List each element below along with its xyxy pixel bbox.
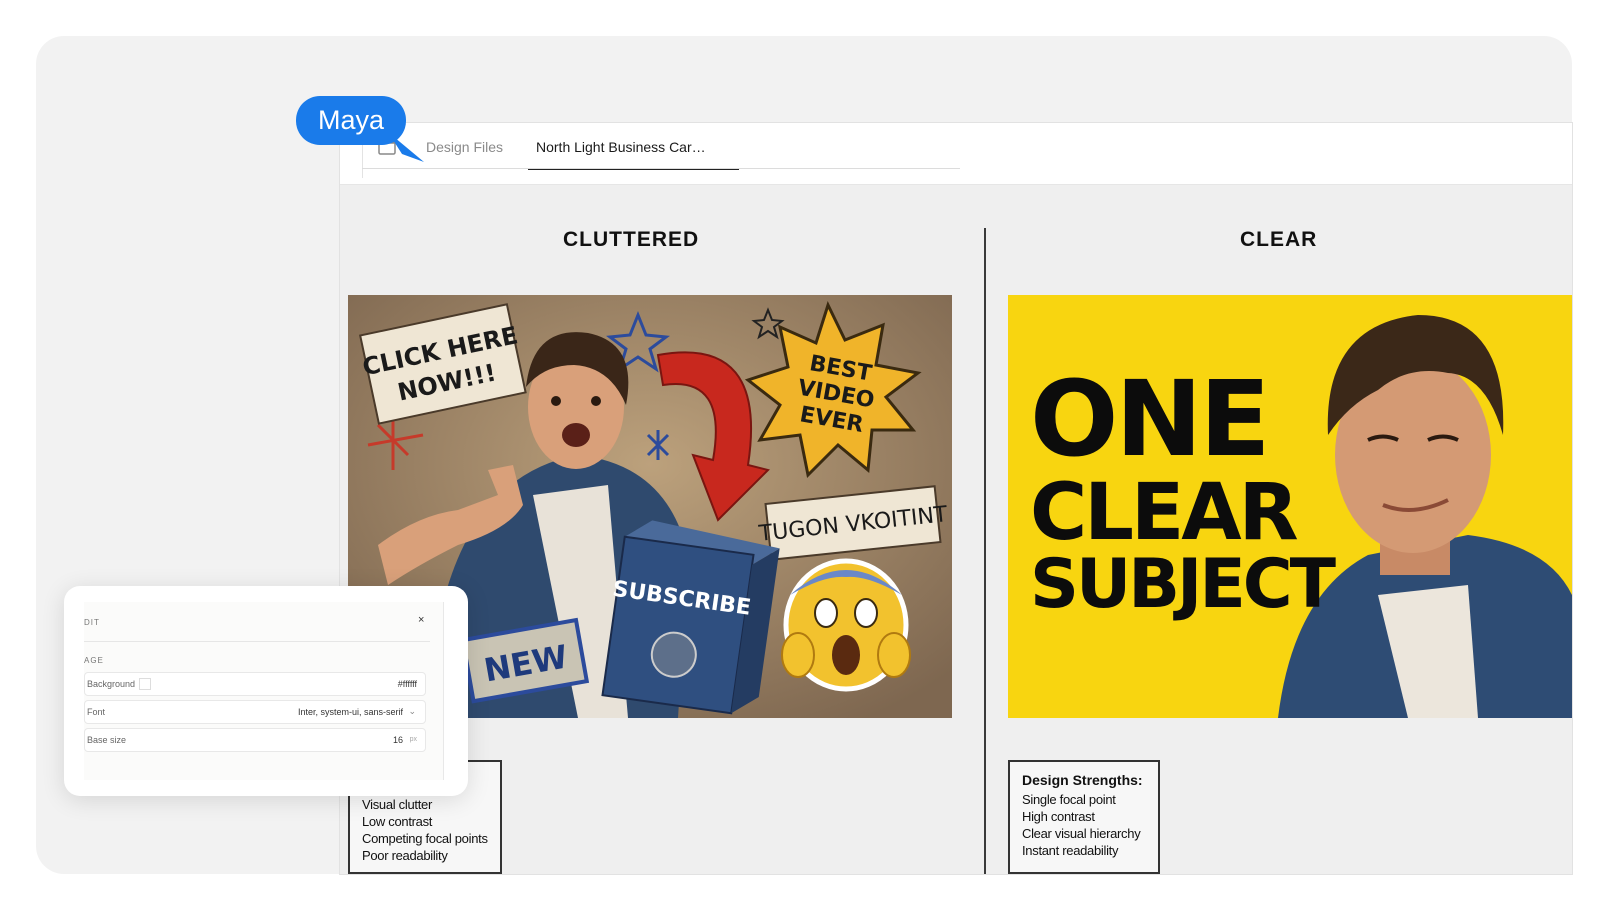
tab-active-document[interactable]: North Light Business Car… (528, 137, 739, 170)
unit-label: px (409, 736, 417, 743)
tab-bar: Design Files North Light Business Car… (340, 123, 1572, 185)
cluttered-title: CLUTTERED (563, 228, 700, 251)
column-divider (984, 228, 986, 874)
font-value[interactable]: Inter, system-ui, sans-serif (298, 707, 403, 717)
close-icon[interactable]: × (418, 614, 424, 626)
note-item: Instant readability (1022, 843, 1119, 858)
note-item: Poor readability (362, 848, 448, 863)
panel-separator (84, 641, 430, 642)
clear-thumbnail[interactable]: ONE CLEAR SUBJECT (1008, 295, 1572, 718)
base-size-value[interactable]: 16 (393, 735, 403, 745)
base-size-field[interactable]: Base size 16 px (84, 728, 426, 752)
scream-emoji-icon (781, 558, 911, 692)
field-label: Background (87, 679, 136, 689)
note-item: Single focal point (1022, 792, 1116, 807)
edit-panel-body: DIT × AGE Background #ffffff Font Inter,… (84, 602, 444, 780)
subscribe-box: SUBSCRIBE (601, 520, 780, 715)
font-select[interactable]: Font Inter, system-ui, sans-serif ⌄ (84, 700, 426, 724)
background-field[interactable]: Background #ffffff (84, 672, 426, 696)
headline-subject: SUBJECT (1030, 545, 1337, 624)
tab-underline (362, 168, 960, 169)
color-swatch[interactable] (139, 678, 151, 690)
note-item: Visual clutter (362, 797, 432, 812)
chevron-down-icon[interactable]: ⌄ (408, 706, 416, 717)
field-label: Font (87, 707, 106, 717)
headline-one: ONE (1030, 358, 1268, 480)
clear-title: CLEAR (1240, 228, 1318, 251)
background-value[interactable]: #ffffff (398, 679, 417, 689)
field-label: Base size (87, 735, 127, 745)
clear-artwork: ONE CLEAR SUBJECT (1008, 295, 1572, 718)
note-item: Competing focal points (362, 831, 488, 846)
collaborator-cursor-label: Maya (296, 96, 406, 145)
panel-section-label: AGE (84, 656, 104, 665)
note-item: Low contrast (362, 814, 433, 829)
notes-heading: Design Strengths: (1022, 772, 1143, 788)
note-item: Clear visual hierarchy (1022, 826, 1141, 841)
note-item: High contrast (1022, 809, 1095, 824)
edit-panel: DIT × AGE Background #ffffff Font Inter,… (64, 586, 468, 796)
clear-notes-box: Design Strengths: Single focal point Hig… (1008, 760, 1160, 874)
edit-panel-title: DIT (84, 618, 100, 627)
tab-design-files[interactable]: Design Files (426, 137, 503, 169)
